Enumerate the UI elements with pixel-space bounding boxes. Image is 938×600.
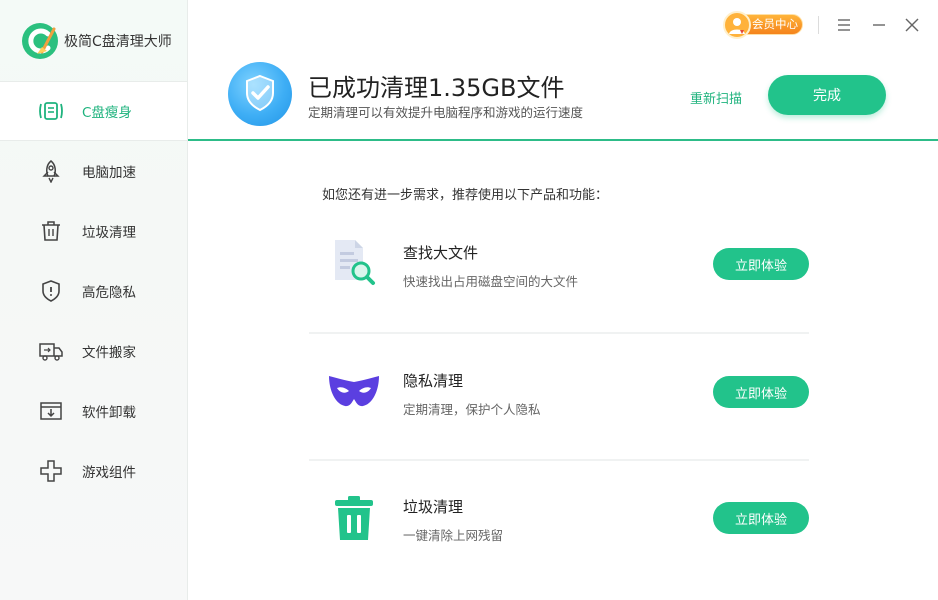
shield-icon [38, 278, 64, 304]
feature-desc: 快速找出占用磁盘空间的大文件 [403, 274, 579, 289]
sidebar-item-speedup[interactable]: 电脑加速 [0, 141, 187, 201]
sidebar-item-privacy[interactable]: 高危隐私 [0, 261, 187, 321]
trash-icon [38, 218, 64, 244]
feature-find-large-files: 查找大文件 快速找出占用磁盘空间的大文件 立即体验 [309, 222, 809, 322]
success-shield-icon [228, 62, 292, 126]
uninstall-icon [38, 398, 64, 424]
feature-privacy-clean: 隐私清理 定期清理，保护个人隐私 立即体验 [309, 350, 809, 450]
c-drive-slim-icon [38, 98, 64, 124]
sidebar-item-label: 垃圾清理 [82, 225, 136, 241]
titlebar-divider [818, 16, 819, 34]
mask-icon [327, 366, 381, 420]
vip-center-button[interactable]: 会员中心 [723, 11, 803, 39]
sidebar-item-label: 文件搬家 [82, 345, 136, 361]
sidebar-item-file-move[interactable]: 文件搬家 [0, 321, 187, 381]
feature-junk-clean: 垃圾清理 一键清除上网残留 立即体验 [309, 476, 809, 576]
sidebar-item-junk-clean[interactable]: 垃圾清理 [0, 201, 187, 261]
divider [309, 459, 809, 461]
sidebar-item-label: C盘瘦身 [82, 105, 132, 121]
trash-can-icon [327, 494, 381, 548]
app-title: 极简C盘清理大师 [64, 33, 172, 50]
close-icon [905, 18, 919, 32]
brand: 极简C盘清理大师 [0, 0, 187, 82]
sidebar-item-game[interactable]: 游戏组件 [0, 441, 187, 501]
sidebar: 极简C盘清理大师 C盘瘦身 电脑加速 垃圾清理 高危隐私 文件搬家 软件卸载 游… [0, 0, 188, 600]
recommend-heading: 如您还有进一步需求，推荐使用以下产品和功能： [322, 188, 609, 203]
feature-name: 隐私清理 [403, 372, 464, 390]
gamepad-icon [38, 458, 64, 484]
feature-name: 查找大文件 [403, 244, 479, 262]
minimize-icon [873, 24, 885, 26]
try-privacy-clean-button[interactable]: 立即体验 [713, 376, 809, 408]
menu-button[interactable] [832, 13, 856, 37]
menu-icon [838, 19, 850, 31]
sidebar-item-label: 游戏组件 [82, 465, 136, 481]
rocket-icon [38, 158, 64, 184]
feature-desc: 一键清除上网残留 [403, 528, 504, 543]
sidebar-item-label: 高危隐私 [82, 285, 136, 301]
sidebar-item-label: 电脑加速 [82, 165, 136, 181]
sidebar-item-label: 软件卸载 [82, 405, 136, 421]
app-logo-icon [20, 21, 60, 61]
feature-desc: 定期清理，保护个人隐私 [403, 402, 541, 417]
truck-icon [38, 338, 64, 364]
rescan-link[interactable]: 重新扫描 [690, 88, 742, 107]
try-junk-clean-button[interactable]: 立即体验 [713, 502, 809, 534]
minimize-button[interactable] [867, 13, 891, 37]
file-search-icon [327, 236, 381, 290]
feature-name: 垃圾清理 [403, 498, 464, 516]
clean-result-header: 已成功清理1.35GB文件 定期清理可以有效提升电脑程序和游戏的运行速度 重新扫… [188, 50, 938, 141]
close-button[interactable] [900, 13, 924, 37]
title-bar: 会员中心 [188, 0, 938, 50]
sidebar-item-uninstall[interactable]: 软件卸载 [0, 381, 187, 441]
divider [309, 332, 809, 334]
try-find-large-files-button[interactable]: 立即体验 [713, 248, 809, 280]
done-button[interactable]: 完成 [768, 75, 886, 115]
result-subtitle: 定期清理可以有效提升电脑程序和游戏的运行速度 [308, 105, 584, 120]
result-title: 已成功清理1.35GB文件 [308, 74, 565, 102]
sidebar-item-c-drive-slim[interactable]: C盘瘦身 [0, 82, 187, 141]
avatar [723, 11, 751, 39]
